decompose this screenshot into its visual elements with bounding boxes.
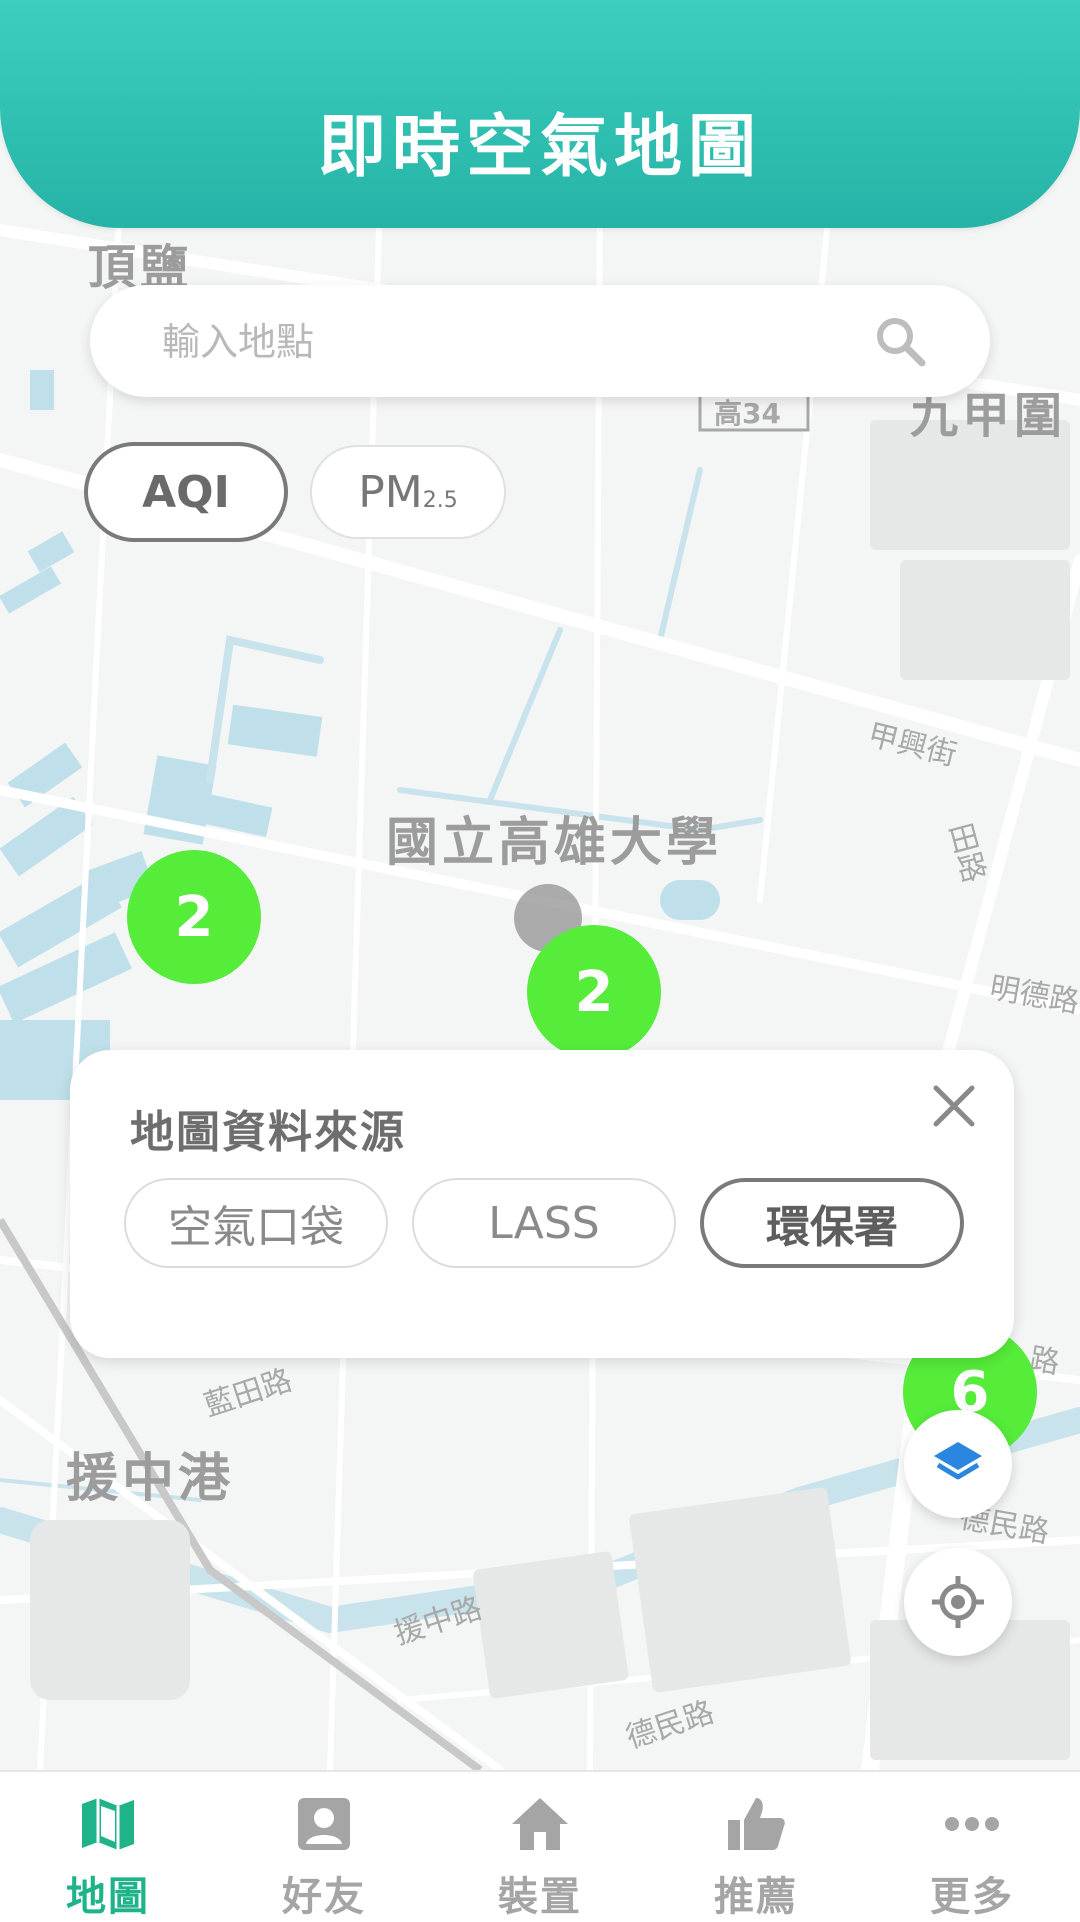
home-icon xyxy=(512,1798,568,1850)
map-view[interactable]: 頂鹽 國立高雄大學 援中港 九甲圍 高34 甲興街 明德路 藍田路 援中路 德民… xyxy=(0,0,1080,1770)
nav-label: 裝置 xyxy=(498,1874,582,1920)
search-bar[interactable] xyxy=(90,285,990,399)
thumbs-up-icon xyxy=(728,1798,785,1850)
pm-toggle-subscript: 2.5 xyxy=(422,487,458,513)
nav-label: 推薦 xyxy=(714,1874,798,1920)
map-place-label: 援中港 xyxy=(66,1449,235,1509)
nav-label: 好友 xyxy=(282,1874,366,1920)
nav-tab-map[interactable]: 地圖 xyxy=(0,1772,216,1922)
aqi-toggle-button[interactable]: AQI xyxy=(84,442,288,542)
map-place-label: 國立高雄大學 xyxy=(386,813,723,873)
pm-toggle-label: PM xyxy=(358,466,423,518)
data-source-panel: 地圖資料來源 空氣口袋 LASS 環保署 xyxy=(70,1050,1014,1358)
more-icon xyxy=(945,1817,999,1831)
close-icon[interactable] xyxy=(926,1078,982,1134)
layers-icon xyxy=(934,1442,982,1480)
bottom-nav: 地圖 好友 裝置 推薦 更多 xyxy=(0,1770,1080,1922)
station-cluster-marker[interactable]: 2 xyxy=(527,925,661,1059)
source-epa-button[interactable]: 環保署 xyxy=(700,1178,964,1268)
nav-tab-devices[interactable]: 裝置 xyxy=(432,1772,648,1922)
source-lass-button[interactable]: LASS xyxy=(412,1178,676,1268)
page-title: 即時空氣地圖 xyxy=(317,108,762,187)
source-airbox-button[interactable]: 空氣口袋 xyxy=(124,1178,388,1268)
app-header: 即時空氣地圖 xyxy=(0,0,1080,228)
nav-tab-more[interactable]: 更多 xyxy=(864,1772,1080,1922)
search-icon[interactable] xyxy=(872,313,928,369)
aqi-toggle-label: AQI xyxy=(142,466,230,518)
nav-label: 更多 xyxy=(930,1874,1014,1920)
search-input[interactable] xyxy=(160,285,844,399)
pm25-toggle-button[interactable]: PM 2.5 xyxy=(310,445,506,539)
nav-label: 地圖 xyxy=(66,1874,150,1920)
panel-title: 地圖資料來源 xyxy=(130,1107,406,1158)
layers-button[interactable] xyxy=(904,1410,1012,1518)
my-location-button[interactable] xyxy=(904,1548,1012,1656)
nav-tab-recommend[interactable]: 推薦 xyxy=(648,1772,864,1922)
map-icon xyxy=(82,1798,134,1850)
station-cluster-marker[interactable]: 2 xyxy=(127,850,261,984)
person-icon xyxy=(298,1798,350,1850)
crosshair-icon xyxy=(932,1576,984,1628)
nav-tab-friends[interactable]: 好友 xyxy=(216,1772,432,1922)
